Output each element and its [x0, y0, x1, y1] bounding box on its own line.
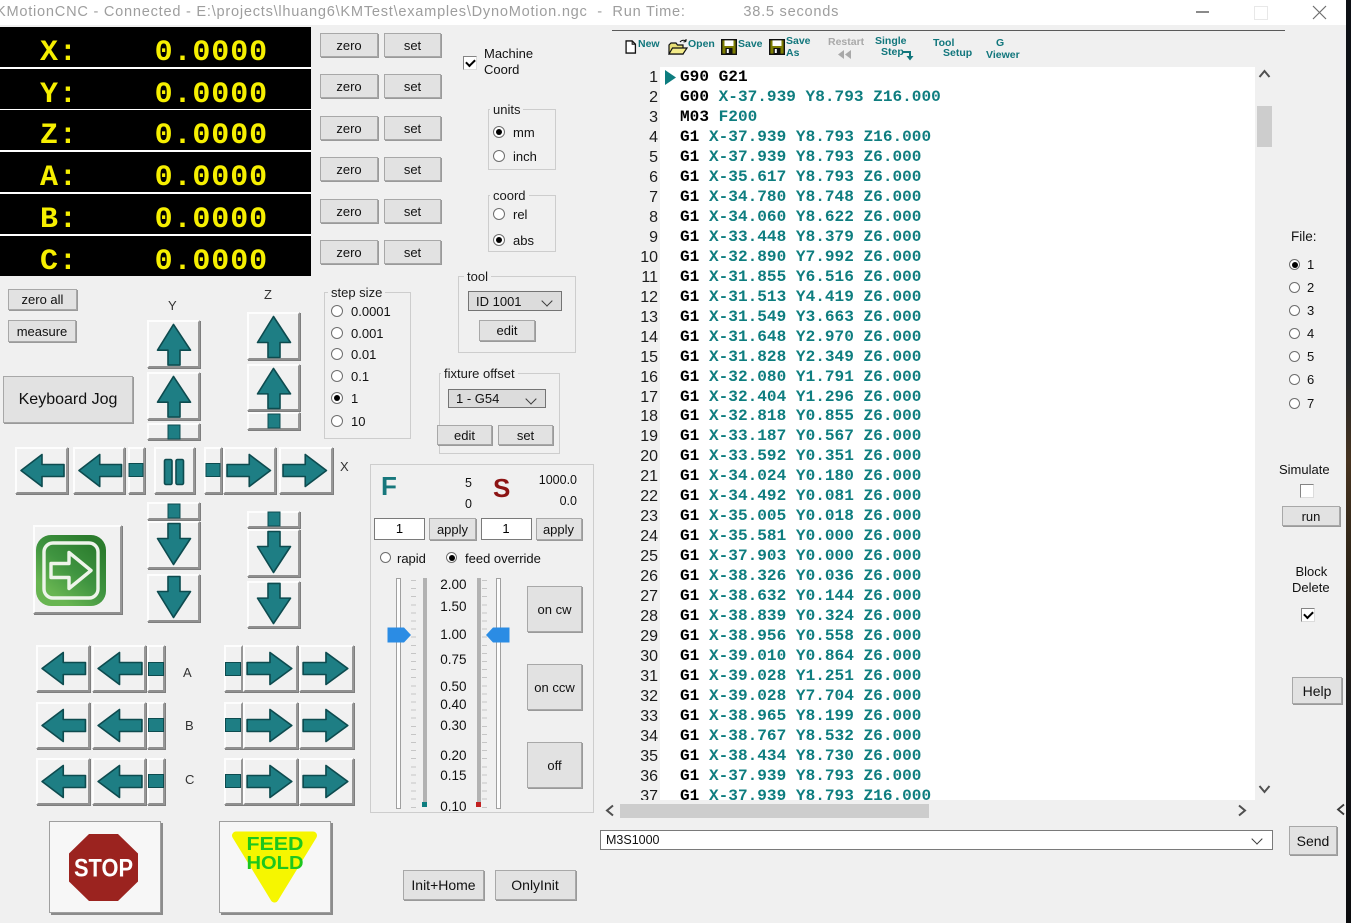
svg-text:FEED: FEED: [247, 834, 304, 854]
svg-text:HOLD: HOLD: [247, 853, 304, 873]
svg-text:STOP: STOP: [74, 855, 133, 883]
